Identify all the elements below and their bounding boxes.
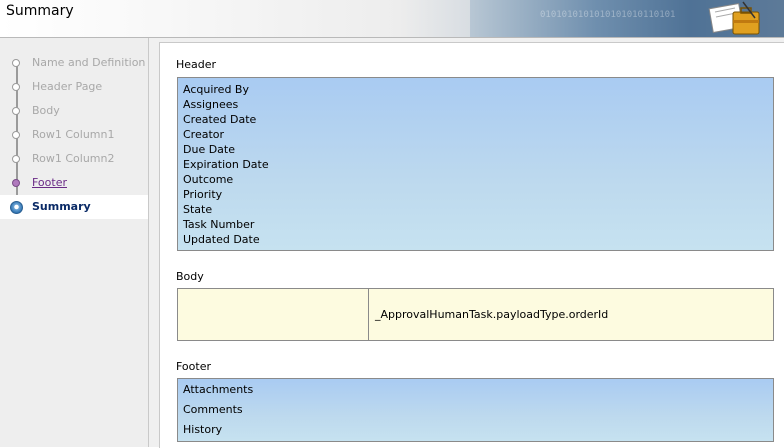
banner-binary-text: 0101010101010101010110101 bbox=[540, 10, 676, 20]
header-banner: Summary 0101010101010101010110101 bbox=[0, 0, 784, 38]
train-step-name-and-definition: Name and Definition bbox=[0, 51, 148, 75]
train-step-label: Summary bbox=[32, 200, 91, 213]
train-step-label: Header Page bbox=[32, 80, 103, 93]
footer-fields-box: Attachments Comments History bbox=[177, 378, 774, 442]
train-step-label[interactable]: Footer bbox=[32, 176, 67, 189]
footer-field: History bbox=[183, 423, 223, 436]
header-field: Expiration Date bbox=[183, 158, 269, 171]
footer-field: Attachments bbox=[183, 383, 254, 396]
summary-panel: Header Acquired By Assignees Created Dat… bbox=[159, 42, 784, 448]
header-section-label: Header bbox=[176, 58, 217, 71]
header-field: Updated Date bbox=[183, 233, 260, 246]
banner-artwork: 0101010101010101010110101 bbox=[470, 0, 784, 37]
header-fields-box: Acquired By Assignees Created Date Creat… bbox=[177, 77, 774, 251]
train-step-dot-icon bbox=[12, 59, 20, 67]
header-field: State bbox=[183, 203, 213, 216]
train-step-current-icon bbox=[10, 201, 23, 214]
train-step-dot-icon bbox=[12, 155, 20, 163]
train-step-dot-icon bbox=[12, 83, 20, 91]
train-step-body: Body bbox=[0, 99, 148, 123]
footer-section-label: Footer bbox=[176, 360, 211, 373]
header-field: Outcome bbox=[183, 173, 234, 186]
body-grid: _ApprovalHumanTask.payloadType.orderId bbox=[177, 288, 774, 341]
body-section-label: Body bbox=[176, 270, 204, 283]
footer-field: Comments bbox=[183, 403, 243, 416]
header-field: Creator bbox=[183, 128, 225, 141]
train-step-label: Body bbox=[32, 104, 60, 117]
header-field: Acquired By bbox=[183, 83, 249, 96]
train-step-dot-icon bbox=[12, 131, 20, 139]
train-step-label: Name and Definition bbox=[32, 56, 146, 69]
header-field: Created Date bbox=[183, 113, 257, 126]
train-step-header-page: Header Page bbox=[0, 75, 148, 99]
train-step-row1-column1: Row1 Column1 bbox=[0, 123, 148, 147]
body-cell-column2: _ApprovalHumanTask.payloadType.orderId bbox=[375, 308, 609, 321]
train-step-label: Row1 Column1 bbox=[32, 128, 115, 141]
header-field: Priority bbox=[183, 188, 223, 201]
train-navigation: Name and Definition Header Page Body Row… bbox=[0, 38, 149, 447]
header-field: Assignees bbox=[183, 98, 239, 111]
main-content: Header Acquired By Assignees Created Dat… bbox=[149, 38, 784, 448]
body-cell-column1 bbox=[178, 289, 369, 340]
train-step-label: Row1 Column2 bbox=[32, 152, 115, 165]
header-field: Due Date bbox=[183, 143, 235, 156]
train-step-dot-icon bbox=[12, 179, 20, 187]
page-title: Summary bbox=[6, 3, 74, 19]
train-step-summary: Summary bbox=[0, 195, 148, 219]
train-step-row1-column2: Row1 Column2 bbox=[0, 147, 148, 171]
train-step-dot-icon bbox=[12, 107, 20, 115]
briefcase-icon bbox=[708, 1, 760, 35]
header-field: Task Number bbox=[183, 218, 255, 231]
train-step-footer[interactable]: Footer bbox=[0, 171, 148, 195]
